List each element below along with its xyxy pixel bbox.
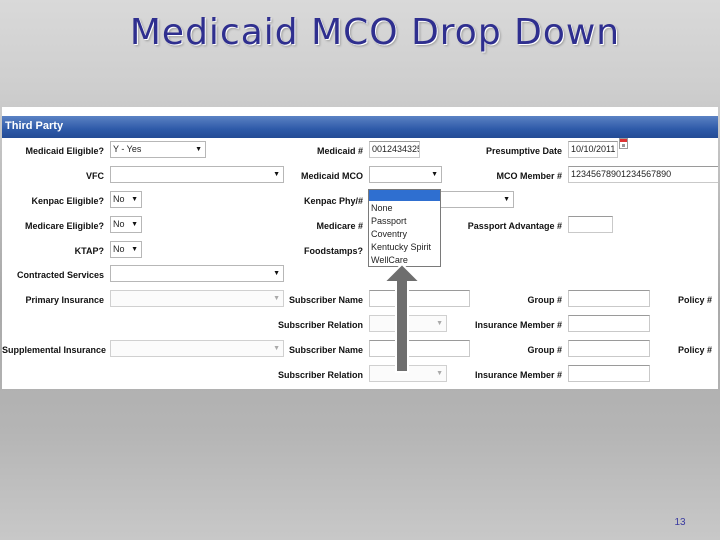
insurance-member-field[interactable] bbox=[568, 365, 650, 382]
subscriber-name-label: Subscriber Name bbox=[288, 295, 363, 305]
insurance-member-label: Insurance Member # bbox=[474, 370, 562, 380]
passport-advantage-label: Passport Advantage # bbox=[467, 221, 562, 231]
third-party-form: Third Party Medicaid Eligible? Y - Yes ▼… bbox=[2, 107, 718, 389]
ktap-label: KTAP? bbox=[74, 246, 104, 256]
group-number-field[interactable] bbox=[568, 340, 650, 357]
supplemental-insurance-select[interactable]: ▼ bbox=[110, 340, 284, 357]
slide-title: Medicaid MCO Drop Down bbox=[129, 12, 621, 53]
primary-insurance-label: Primary Insurance bbox=[25, 295, 104, 305]
medicaid-mco-label: Medicaid MCO bbox=[300, 171, 363, 181]
medicaid-number-label: Medicaid # bbox=[316, 146, 363, 156]
dropdown-option-blank[interactable] bbox=[369, 190, 440, 201]
medicaid-eligible-label: Medicaid Eligible? bbox=[25, 146, 104, 156]
annotation-arrow-icon bbox=[381, 262, 423, 373]
subscriber-name-label: Subscriber Name bbox=[288, 345, 363, 355]
medicaid-mco-select[interactable]: ▼ bbox=[369, 166, 442, 183]
medicare-number-label: Medicare # bbox=[316, 221, 363, 231]
primary-insurance-select[interactable]: ▼ bbox=[110, 290, 284, 307]
calendar-icon[interactable] bbox=[619, 138, 628, 149]
ktap-value: No bbox=[113, 244, 125, 254]
dropdown-option-passport[interactable]: Passport bbox=[371, 215, 407, 227]
section-header: Third Party bbox=[2, 116, 718, 138]
kenpac-eligible-select[interactable]: No ▼ bbox=[110, 191, 142, 208]
chevron-down-icon: ▼ bbox=[131, 221, 138, 228]
medicaid-mco-dropdown-list: None Passport Coventry Kentucky Spirit W… bbox=[368, 189, 441, 267]
group-number-label: Group # bbox=[527, 295, 562, 305]
mco-member-field[interactable]: 12345678901234567890 bbox=[568, 166, 718, 183]
contracted-services-select[interactable]: ▼ bbox=[110, 265, 284, 282]
page-number: 13 bbox=[674, 517, 686, 528]
contracted-services-label: Contracted Services bbox=[16, 270, 104, 280]
medicaid-number-field[interactable]: 0012434325 bbox=[369, 141, 420, 158]
foodstamps-label: Foodstamps? bbox=[303, 246, 363, 256]
subscriber-relation-label: Subscriber Relation bbox=[277, 320, 363, 330]
group-number-field[interactable] bbox=[568, 290, 650, 307]
chevron-down-icon: ▼ bbox=[131, 196, 138, 203]
medicare-eligible-label: Medicare Eligible? bbox=[24, 221, 104, 231]
kenpac-eligible-value: No bbox=[113, 194, 125, 204]
medicaid-eligible-select[interactable]: Y - Yes ▼ bbox=[110, 141, 206, 158]
dropdown-option-kentucky-spirit[interactable]: Kentucky Spirit bbox=[371, 241, 431, 253]
kenpac-eligible-label: Kenpac Eligible? bbox=[31, 196, 104, 206]
chevron-down-icon: ▼ bbox=[431, 171, 438, 178]
policy-number-label: Policy # bbox=[677, 345, 712, 355]
dropdown-option-none[interactable]: None bbox=[371, 202, 393, 214]
vfc-label: VFC bbox=[86, 171, 104, 181]
insurance-member-field[interactable] bbox=[568, 315, 650, 332]
group-number-label: Group # bbox=[527, 345, 562, 355]
medicaid-eligible-value: Y - Yes bbox=[113, 144, 142, 154]
medicare-eligible-value: No bbox=[113, 219, 125, 229]
presumptive-date-label: Presumptive Date bbox=[485, 146, 562, 156]
supplemental-insurance-label: Supplemental Insurance bbox=[2, 345, 107, 355]
medicare-eligible-select[interactable]: No ▼ bbox=[110, 216, 142, 233]
chevron-down-icon: ▼ bbox=[195, 146, 202, 153]
chevron-down-icon: ▼ bbox=[273, 270, 280, 277]
presumptive-date-field[interactable]: 10/10/2011 bbox=[568, 141, 618, 158]
policy-number-label: Policy # bbox=[677, 295, 712, 305]
ktap-select[interactable]: No ▼ bbox=[110, 241, 142, 258]
passport-advantage-field[interactable] bbox=[568, 216, 613, 233]
chevron-down-icon: ▼ bbox=[131, 246, 138, 253]
insurance-member-label: Insurance Member # bbox=[474, 320, 562, 330]
chevron-down-icon: ▼ bbox=[503, 196, 510, 203]
mco-member-label: MCO Member # bbox=[496, 171, 562, 181]
kenpac-phy-label: Kenpac Phy/# bbox=[303, 196, 363, 206]
subscriber-relation-label: Subscriber Relation bbox=[277, 370, 363, 380]
vfc-select[interactable]: ▼ bbox=[110, 166, 284, 183]
dropdown-option-coventry[interactable]: Coventry bbox=[371, 228, 407, 240]
